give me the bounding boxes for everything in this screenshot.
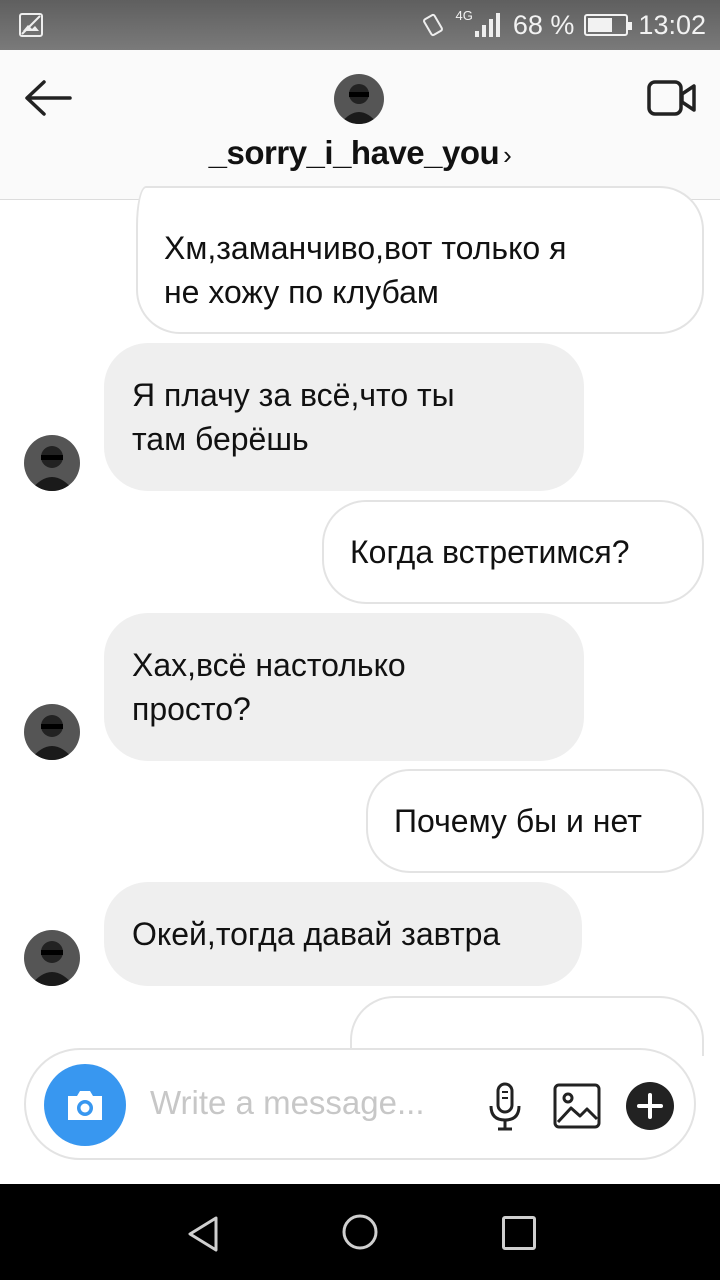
message-line: просто? — [132, 691, 251, 727]
nav-recents-icon[interactable] — [502, 1216, 536, 1250]
network-type: 4G — [455, 8, 473, 23]
battery-icon — [584, 14, 633, 36]
message-line: Я плачу за всё,что ты — [132, 377, 455, 413]
back-arrow-icon[interactable] — [22, 78, 74, 118]
message-outgoing[interactable]: Когда встретимся? — [322, 500, 704, 604]
message-line: не хожу по клубам — [164, 274, 439, 310]
signal-icon — [474, 13, 500, 37]
system-nav-bar — [0, 1184, 720, 1280]
status-bar: 4G 68 % 13:02 — [0, 0, 720, 50]
avatar[interactable] — [24, 704, 80, 760]
chat-header: _sorry_i_have_you › — [0, 50, 720, 200]
message-outgoing[interactable]: Хм,заманчиво,вот только я не хожу по клу… — [136, 186, 704, 334]
plus-button[interactable] — [626, 1082, 674, 1130]
nav-back-icon[interactable] — [184, 1214, 224, 1254]
message-line: Почему бы и нет — [394, 803, 642, 839]
camera-button[interactable] — [44, 1064, 126, 1146]
camera-icon — [68, 1091, 102, 1120]
chevron-right-icon: › — [503, 140, 512, 170]
message-line: Окей,тогда давай завтра — [132, 916, 501, 952]
message-outgoing-partial[interactable] — [350, 996, 704, 1056]
gallery-icon[interactable] — [552, 1082, 602, 1130]
message-composer: Write a message... — [24, 1048, 696, 1160]
message-line: там берёшь — [132, 421, 309, 457]
microphone-icon[interactable] — [486, 1082, 524, 1132]
dm-screen: 4G 68 % 13:02 _sorry_i_have_you › Хм,зам… — [0, 0, 720, 1280]
message-incoming[interactable]: Хах,всё настолько просто? — [104, 613, 584, 761]
message-input[interactable]: Write a message... — [150, 1084, 425, 1122]
plus-icon — [637, 1093, 663, 1119]
vibrate-icon — [422, 13, 443, 37]
avatar[interactable] — [24, 930, 80, 986]
chat-username[interactable]: _sorry_i_have_you › — [0, 134, 720, 172]
battery-percent: 68 % — [512, 9, 575, 40]
message-line: Хм,заманчиво,вот только я — [164, 230, 567, 266]
video-call-icon[interactable] — [646, 78, 698, 118]
avatar[interactable] — [24, 435, 80, 491]
username-text: _sorry_i_have_you — [208, 134, 500, 171]
status-time: 13:02 — [638, 9, 706, 40]
message-outgoing[interactable]: Почему бы и нет — [366, 769, 704, 873]
message-incoming[interactable]: Окей,тогда давай завтра — [104, 882, 582, 986]
message-line: Хах,всё настолько — [132, 647, 406, 683]
image-icon — [19, 13, 43, 37]
avatar[interactable] — [334, 74, 384, 124]
message-line: Когда встретимся? — [350, 534, 630, 570]
message-incoming[interactable]: Я плачу за всё,что ты там берёшь — [104, 343, 584, 491]
nav-home-icon[interactable] — [340, 1212, 380, 1252]
battery-level — [588, 18, 612, 32]
